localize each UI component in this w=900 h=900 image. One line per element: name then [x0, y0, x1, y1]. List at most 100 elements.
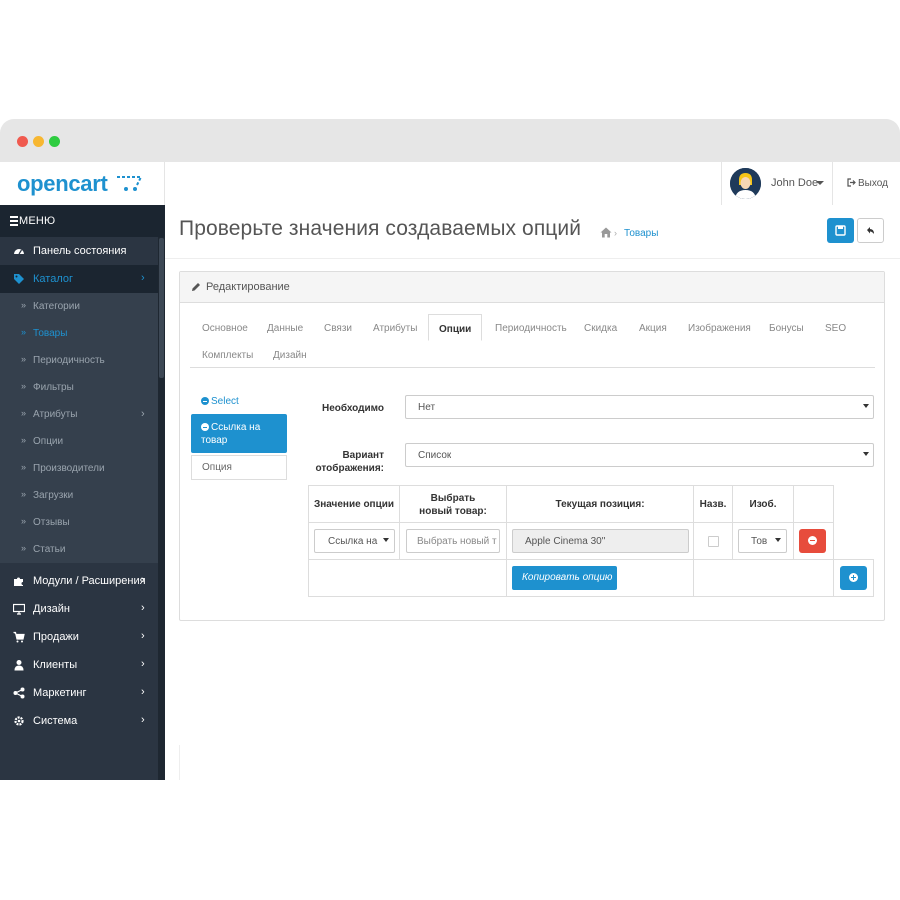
sidebar-subitem-options[interactable]: » Опции — [0, 428, 158, 455]
sidebar-item-catalog[interactable]: Каталог › — [0, 265, 158, 293]
sidebar-subitem-label: Фильтры — [33, 382, 74, 393]
sidebar: МЕНЮ Панель состояния Каталог › » Катего… — [0, 205, 165, 780]
breadcrumb-link-products[interactable]: Товары — [624, 228, 658, 239]
sidebar-item-system[interactable]: Система › — [0, 707, 158, 735]
vtab-product-link[interactable]: Ссылка на товар — [191, 414, 287, 453]
select-arrow-icon — [775, 538, 781, 542]
sidebar-item-label: Панель состояния — [33, 245, 127, 257]
remove-row-button[interactable] — [799, 529, 826, 553]
column-header: Текущая позиция: — [506, 485, 694, 523]
plus-circle-icon — [849, 573, 858, 582]
sidebar-subitem-label: Товары — [33, 328, 68, 339]
option-value-select[interactable]: Ссылка на — [314, 529, 395, 553]
required-select[interactable]: Нет — [405, 395, 874, 419]
vtab-label: Опция — [202, 462, 232, 473]
display-type-select[interactable]: Список — [405, 443, 874, 467]
tab-recurring[interactable]: Периодичность — [495, 323, 567, 334]
home-icon[interactable] — [600, 227, 612, 238]
logo[interactable]: opencart — [0, 162, 165, 205]
select-arrow-icon — [863, 452, 869, 456]
sidebar-subitem-downloads[interactable]: » Загрузки — [0, 482, 158, 509]
breadcrumb-separator: › — [614, 228, 617, 238]
sidebar-item-sales[interactable]: Продажи › — [0, 623, 158, 651]
tab-divider — [190, 367, 875, 368]
close-window-dot[interactable] — [17, 136, 28, 147]
maximize-window-dot[interactable] — [49, 136, 60, 147]
tag-icon — [14, 274, 24, 284]
sidebar-item-label: Модули / Расширения — [33, 575, 146, 587]
current-position-value: Apple Cinema 30" — [525, 536, 606, 547]
puzzle-icon — [14, 577, 23, 586]
raquo-icon: » — [21, 543, 27, 553]
required-select-value: Нет — [418, 402, 436, 413]
avatar-person-icon — [730, 168, 761, 199]
vtab-label: Ссылка на товар — [201, 421, 281, 447]
minus-circle-icon — [201, 423, 209, 431]
sidebar-item-marketing[interactable]: Маркетинг › — [0, 679, 158, 707]
sidebar-subitem-filters[interactable]: » Фильтры — [0, 374, 158, 401]
vtab-select[interactable]: Select — [191, 393, 287, 415]
sidebar-item-design[interactable]: Дизайн › — [0, 595, 158, 623]
user-name: John Doe — [771, 177, 819, 189]
raquo-icon: » — [21, 408, 27, 418]
required-label: Необходимо — [322, 403, 384, 414]
tab-design[interactable]: Дизайн — [273, 350, 307, 361]
sidebar-subitem-attributes[interactable]: » Атрибуты › — [0, 401, 158, 428]
tab-seo[interactable]: SEO — [825, 323, 846, 334]
tab-special[interactable]: Акция — [639, 323, 667, 334]
sidebar-subitem-products[interactable]: » Товары — [0, 320, 158, 347]
sidebar-subitem-articles[interactable]: » Статьи — [0, 536, 158, 563]
raquo-icon: » — [21, 462, 27, 472]
tab-links[interactable]: Связи — [324, 323, 352, 334]
back-button[interactable] — [857, 218, 884, 243]
sidebar-item-extensions[interactable]: Модули / Расширения › — [0, 567, 158, 595]
sidebar-subitem-manufacturers[interactable]: » Производители — [0, 455, 158, 482]
sidebar-item-customers[interactable]: Клиенты › — [0, 651, 158, 679]
tab-general[interactable]: Основное — [202, 323, 248, 334]
vtab-label: Select — [211, 396, 239, 407]
chevron-down-icon — [816, 181, 824, 185]
panel-title: Редактирование — [206, 281, 290, 293]
logout-link[interactable]: Выход — [832, 162, 900, 205]
chevron-right-icon: › — [141, 630, 145, 642]
chevron-right-icon: › — [141, 714, 145, 726]
tab-reward[interactable]: Бонусы — [769, 323, 804, 334]
sidebar-scroll-thumb[interactable] — [159, 238, 164, 378]
sidebar-item-dashboard[interactable]: Панель состояния — [0, 237, 158, 265]
column-header-empty — [793, 485, 834, 523]
sidebar-subitem-categories[interactable]: » Категории — [0, 293, 158, 320]
raquo-icon: » — [21, 300, 27, 310]
current-position-input[interactable]: Apple Cinema 30" — [512, 529, 689, 553]
minimize-window-dot[interactable] — [33, 136, 44, 147]
tab-discount[interactable]: Скидка — [584, 323, 617, 334]
column-header: Назв. — [693, 485, 733, 523]
tab-attributes[interactable]: Атрибуты — [373, 323, 417, 334]
sidebar-item-label: Система — [33, 715, 78, 727]
new-product-input[interactable]: Выбрать новый т — [406, 529, 500, 553]
vtab-label-text: Ссылка на товар — [201, 422, 261, 446]
user-menu[interactable]: John Doe — [721, 162, 832, 205]
copy-option-button[interactable]: Копировать опцию — [512, 566, 617, 590]
image-select-value: Тов — [751, 536, 768, 547]
save-button[interactable] — [827, 218, 854, 243]
sidebar-subitem-reviews[interactable]: » Отзывы — [0, 509, 158, 536]
tab-bundles[interactable]: Комплекты — [202, 350, 253, 361]
sidebar-subitem-label: Категории — [33, 301, 80, 312]
column-header-label: Текущая позиция: — [555, 499, 645, 510]
name-checkbox[interactable] — [708, 536, 719, 547]
reply-icon — [867, 227, 874, 234]
add-row-button[interactable] — [840, 566, 867, 590]
raquo-icon: » — [21, 354, 27, 364]
image-select[interactable]: Тов — [738, 529, 787, 553]
sidebar-item-label: Каталог — [33, 273, 73, 285]
sidebar-subitem-recurring[interactable]: » Периодичность — [0, 347, 158, 374]
content-divider — [179, 745, 180, 780]
chevron-right-icon: › — [141, 686, 145, 698]
menu-toggle[interactable]: МЕНЮ — [0, 205, 165, 237]
table-cell — [308, 559, 507, 597]
vtab-option[interactable]: Опция — [191, 455, 287, 480]
tab-options[interactable]: Опции — [428, 314, 483, 341]
select-arrow-icon — [383, 538, 389, 542]
tab-data[interactable]: Данные — [267, 323, 303, 334]
tab-images[interactable]: Изображения — [688, 323, 751, 334]
